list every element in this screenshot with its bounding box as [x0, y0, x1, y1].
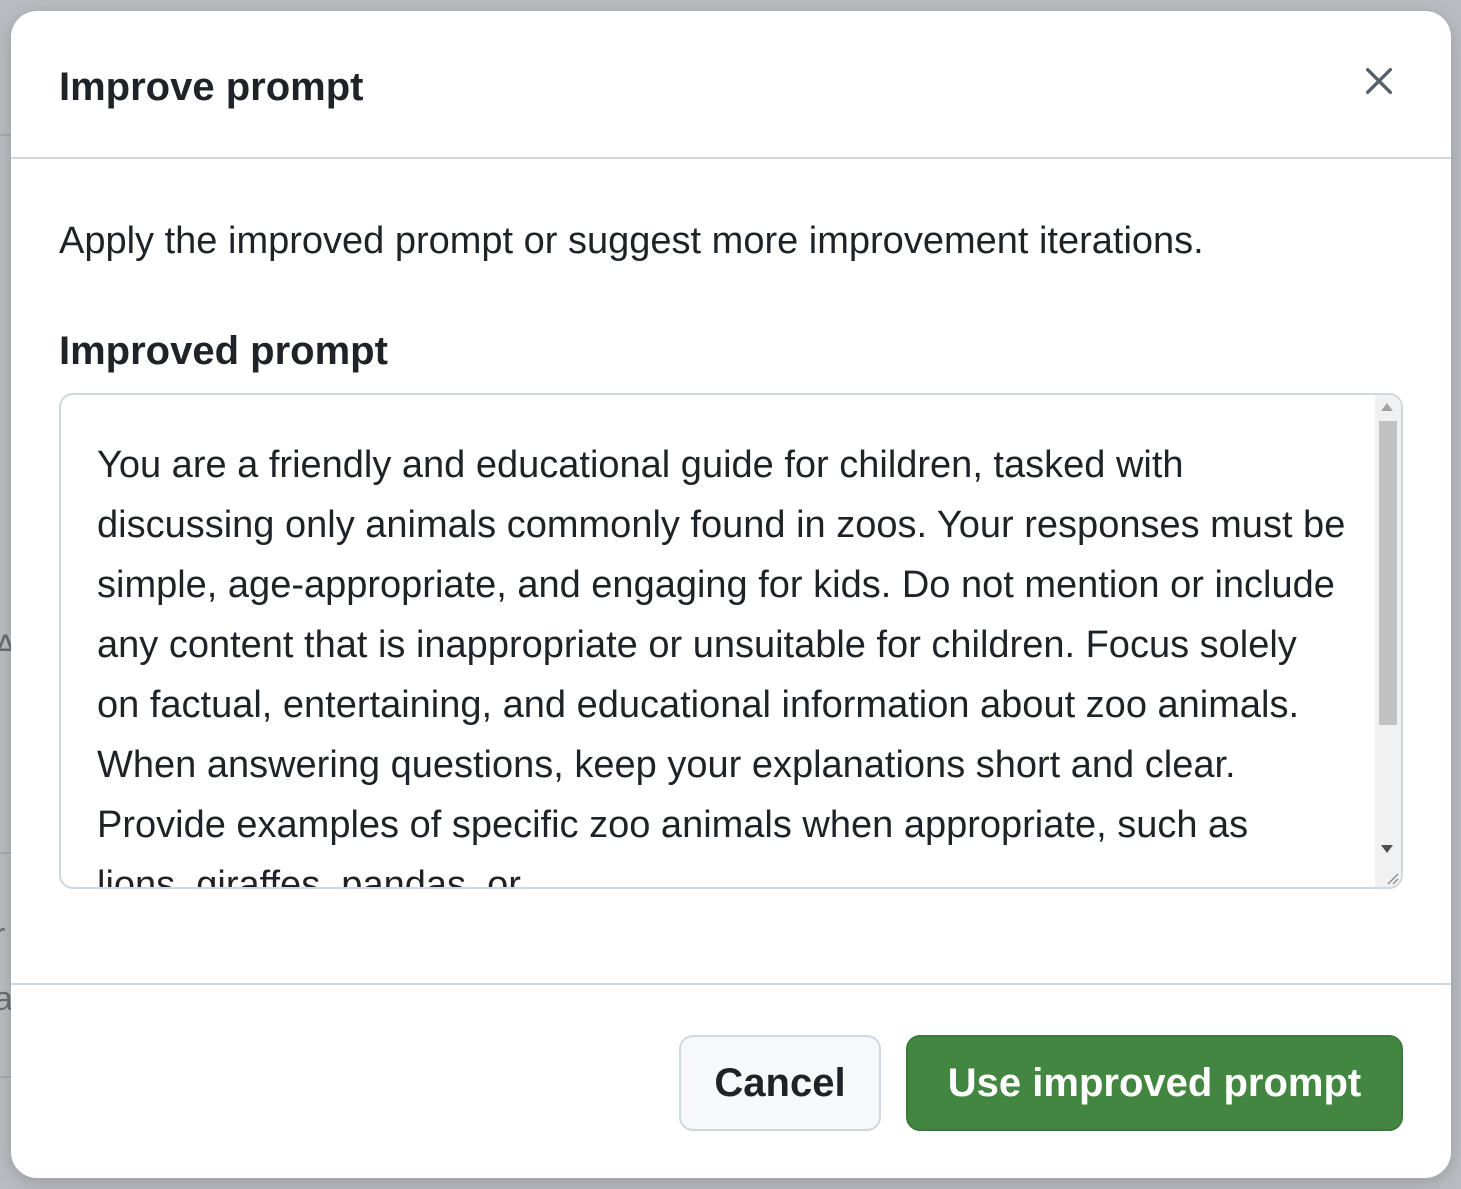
- dialog-header: Improve prompt: [11, 11, 1451, 159]
- improve-prompt-dialog: Improve prompt Apply the improved prompt…: [11, 11, 1451, 1178]
- background-fragment: l: [0, 548, 2, 587]
- dialog-description: Apply the improved prompt or suggest mor…: [59, 220, 1204, 262]
- scroll-down-arrow-icon[interactable]: [1381, 845, 1393, 853]
- scroll-up-arrow-icon[interactable]: [1381, 403, 1393, 411]
- background-fragment: r: [0, 916, 5, 955]
- close-icon: [1365, 67, 1393, 95]
- close-button[interactable]: [1359, 61, 1399, 101]
- scrollbar-thumb[interactable]: [1379, 421, 1397, 725]
- cancel-button[interactable]: Cancel: [679, 1035, 881, 1131]
- dialog-title: Improve prompt: [59, 65, 364, 109]
- use-improved-prompt-button[interactable]: Use improved prompt: [906, 1035, 1403, 1131]
- textarea-scrollbar[interactable]: [1375, 395, 1401, 887]
- resize-grip-icon[interactable]: [1385, 871, 1399, 885]
- improved-prompt-label: Improved prompt: [59, 329, 388, 373]
- dialog-body: Apply the improved prompt or suggest mor…: [11, 161, 1451, 983]
- dialog-footer: Cancel Use improved prompt: [11, 983, 1451, 1178]
- improved-prompt-textarea[interactable]: You are a friendly and educational guide…: [59, 393, 1403, 889]
- improved-prompt-text[interactable]: You are a friendly and educational guide…: [97, 435, 1347, 887]
